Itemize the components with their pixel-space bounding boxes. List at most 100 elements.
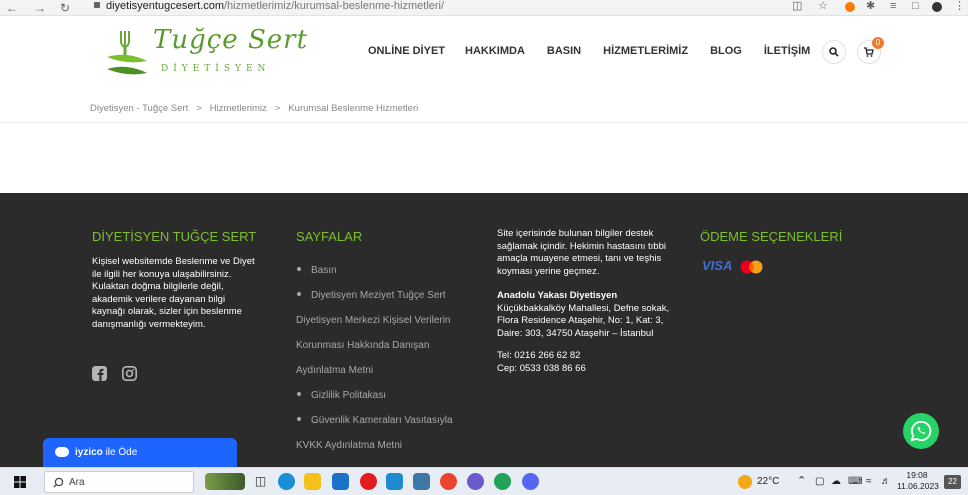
footer-link-gizlilik[interactable]: Gizlilik Politakası [296, 390, 486, 415]
url-path: /hizmetlerimiz/kurumsal-beslenme-hizmetl… [224, 0, 445, 12]
footer-link-basin[interactable]: Basın [296, 265, 486, 290]
iyzico-pay-button[interactable]: iyzico ile Öde [43, 438, 237, 467]
nav-hakkimda[interactable]: HAKKIMDA [465, 45, 525, 57]
footer-link-kameralar[interactable]: Güvenlik Kameraları Vasıtasıyla [296, 415, 486, 440]
wifi-icon[interactable]: ≈ [866, 476, 872, 487]
puzzle-icon[interactable]: ✱ [866, 0, 875, 13]
browser-toolbar: ← → ↻ diyetisyentugcesert.com/hizmetleri… [0, 0, 968, 16]
breadcrumb-home[interactable]: Diyetisyen - Tuğçe Sert [90, 103, 188, 114]
breadcrumb-hizmetlerimiz[interactable]: Hizmetlerimiz [210, 103, 267, 114]
queue-icon[interactable]: ≡ [890, 0, 896, 13]
volume-icon[interactable]: ♬ [881, 476, 891, 487]
site-logo[interactable]: Tuğçe Sert DİYETİSYEN [103, 25, 307, 83]
cart-count-badge: 0 [872, 37, 884, 49]
footer-link-kvkk-merkezi[interactable]: Diyetisyen Merkezi Kişisel Verilerin [296, 315, 486, 340]
chrome-profile-icon[interactable] [494, 473, 511, 490]
footer-phone[interactable]: Tel: 0216 266 62 82 [497, 350, 697, 363]
facebook-icon[interactable] [92, 366, 107, 381]
footer-about-line: Kişisel websitemde Beslenme ve Diyet [92, 256, 255, 267]
disclaimer-line: Site içerisinde bulunan bilgiler destek [497, 228, 654, 239]
url-host: diyetisyentugcesert.com [106, 0, 224, 12]
footer-about-text: Kişisel websitemde Beslenme ve Diyet ile… [92, 256, 282, 331]
bullet-icon [297, 267, 301, 271]
nav-iletisim[interactable]: İLETİŞİM [764, 45, 810, 57]
extension-icon[interactable] [845, 2, 855, 12]
footer-link-label: Aydınlatma Metni [296, 365, 374, 376]
breadcrumb-divider [0, 122, 968, 123]
bullet-icon [297, 292, 301, 296]
footer-mobile[interactable]: Cep: 0533 038 86 66 [497, 363, 697, 376]
pgadmin-icon[interactable] [413, 473, 430, 490]
nav-online-diyet[interactable]: ONLİNE DİYET [368, 45, 445, 57]
nav-basin[interactable]: BASIN [547, 45, 581, 57]
fork-leaf-icon [107, 31, 147, 75]
nav-hizmetlerimiz[interactable]: HİZMETLERİMİZ [603, 45, 688, 57]
kebab-menu-icon[interactable]: ⋮ [954, 0, 965, 13]
tray-chevron-icon[interactable]: ⌃ [797, 474, 806, 487]
split-view-icon[interactable]: □ [912, 0, 919, 13]
breadcrumb: Diyetisyen - Tuğçe Sert > Hizmetlerimiz > Ku… [90, 103, 418, 114]
profile-avatar-icon[interactable] [932, 2, 942, 12]
footer-link-kvkk[interactable]: KVKK Aydınlatma Metni [296, 440, 486, 465]
weather-temperature[interactable]: 22°C [757, 476, 779, 487]
disclaimer-line: amaçla muayene etmesi, tanı ve teşhis [497, 253, 662, 264]
address-line: Küçükbakkalköy Mahallesi, Defne sokak, [497, 302, 670, 314]
whatsapp-button[interactable] [903, 413, 939, 449]
footer-about-heading: DİYETİSYEN TUĞÇE SERT [92, 229, 257, 244]
mail-icon[interactable] [332, 473, 349, 490]
lock-icon [94, 2, 100, 8]
iyzico-brand: iyzico [75, 447, 103, 458]
file-explorer-icon[interactable] [304, 473, 321, 490]
share-icon[interactable]: ◫ [792, 0, 802, 13]
address-line: Flora Residence Ataşehir, No: 1, Kat: 3, [497, 315, 664, 326]
reload-icon[interactable]: ↻ [60, 1, 70, 15]
discord-icon[interactable] [522, 473, 539, 490]
breadcrumb-current: Kurumsal Beslenme Hizmetleri [288, 103, 419, 114]
footer-about-line: Kulaktan doğma bilgilerle değil, [92, 281, 224, 292]
search-button[interactable] [822, 40, 846, 64]
whatsapp-icon [910, 420, 932, 442]
news-widget-icon[interactable] [205, 473, 245, 490]
windows-start-icon[interactable] [14, 476, 26, 488]
windows-taskbar: Ara ◫ 22°C ⌃ ▢ ☁ ⌨ ≈ ♬ 19:08 11.06.2023 … [0, 467, 968, 495]
forward-arrow-icon[interactable]: → [34, 1, 46, 15]
weather-sun-icon[interactable] [738, 475, 752, 489]
clock-time: 19:08 [906, 470, 928, 480]
chrome-icon[interactable] [440, 473, 457, 490]
onedrive-cloud-icon[interactable]: ☁ [831, 476, 841, 487]
app-icon[interactable] [467, 473, 484, 490]
address-line: Daire: 303, 34750 Ataşehir – İstanbul [497, 327, 654, 339]
instagram-icon[interactable] [122, 366, 137, 381]
footer-about-line: kaynağı olarak, sizler için beslenme [92, 306, 242, 317]
iyzico-label: iyzico ile Öde [75, 447, 137, 458]
edge-browser-icon[interactable] [278, 473, 295, 490]
footer-link-label: Basın [311, 265, 337, 276]
nav-blog[interactable]: BLOG [710, 45, 742, 57]
footer-link-diyetisyen[interactable]: Diyetisyen Meziyet Tuğçe Sert [296, 290, 486, 315]
task-view-icon[interactable]: ◫ [252, 473, 269, 490]
footer-address-title: Anadolu Yakası Diyetisyen [497, 290, 618, 301]
taskbar-search-input[interactable]: Ara [44, 471, 194, 493]
site-header: Tuğçe Sert DİYETİSYEN ONLİNE DİYET HAKKI… [0, 16, 968, 90]
language-icon[interactable]: ⌨ [848, 476, 862, 487]
search-icon [829, 47, 839, 57]
breadcrumb-separator: > [196, 103, 202, 114]
logo-subtitle: DİYETİSYEN [161, 64, 271, 74]
main-navigation: ONLİNE DİYET HAKKIMDA BASIN HİZMETLERİMİ… [368, 45, 832, 57]
disclaimer-line: sağlamak içindir. Hekimin hastasını tıbb… [497, 240, 666, 252]
footer-link-kvkk-merkezi-2[interactable]: Korunması Hakkında Danışan [296, 340, 486, 365]
footer-info-column: Site içerisinde bulunan bilgiler destek … [497, 228, 697, 375]
footer-pages-column: SAYFALAR Basın Diyetisyen Meziyet Tuğçe … [296, 229, 486, 465]
opera-icon[interactable] [360, 473, 377, 490]
taskbar-clock[interactable]: 19:08 11.06.2023 [897, 470, 939, 492]
footer-link-aydinlatma[interactable]: Aydınlatma Metni [296, 365, 486, 390]
search-icon [53, 477, 64, 488]
cart-icon [864, 47, 874, 57]
notification-center-button[interactable]: 22 [944, 475, 961, 489]
bookmark-star-icon[interactable]: ☆ [818, 0, 828, 13]
footer-link-label: Diyetisyen Meziyet Tuğçe Sert [311, 290, 446, 301]
tray-app-icon[interactable]: ▢ [815, 476, 824, 487]
vscode-icon[interactable] [386, 473, 403, 490]
address-bar[interactable]: diyetisyentugcesert.com/hizmetlerimiz/ku… [86, 0, 774, 14]
back-arrow-icon[interactable]: ← [6, 1, 18, 15]
